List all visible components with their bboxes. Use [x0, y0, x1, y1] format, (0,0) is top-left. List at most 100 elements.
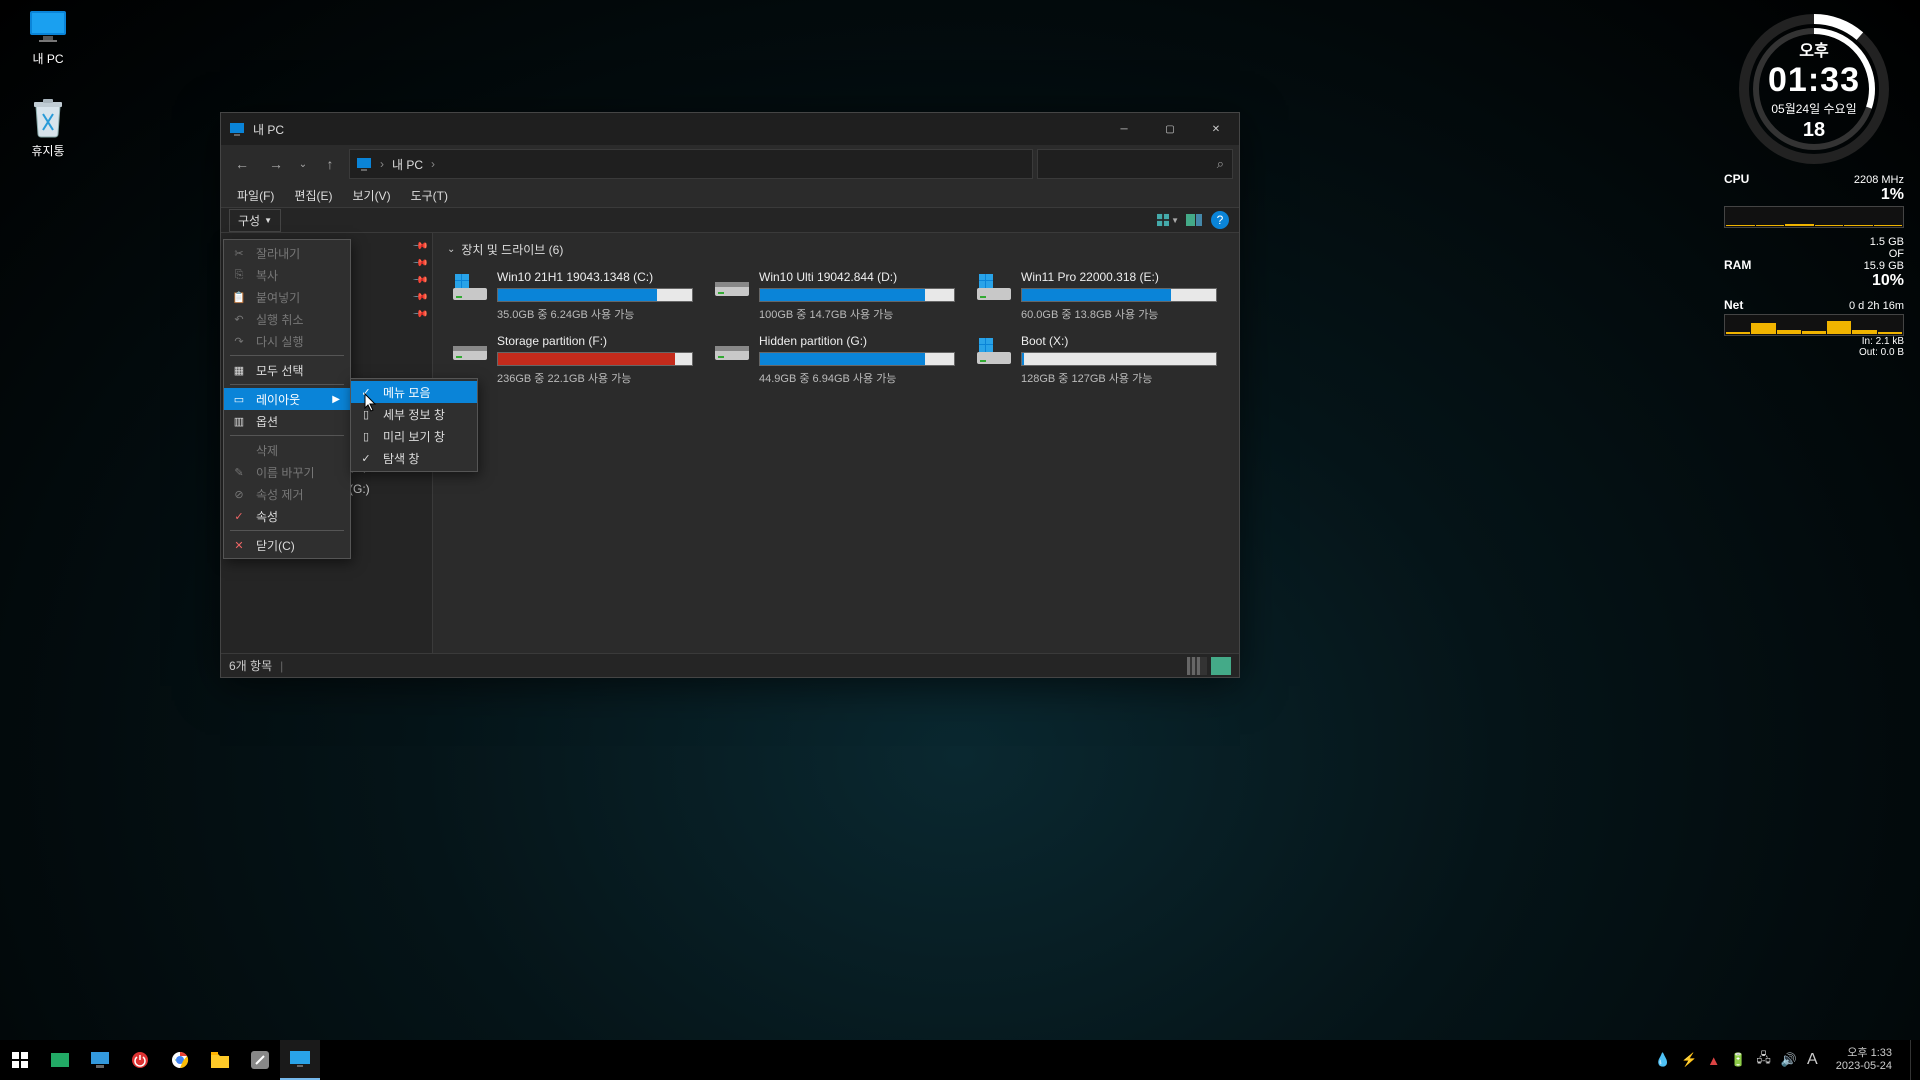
forward-button[interactable]: → [261, 149, 291, 179]
rmprop-icon: ⊘ [230, 488, 248, 501]
drive-usage-text: 236GB 중 22.1GB 사용 가능 [497, 370, 693, 386]
taskbar-app-system[interactable] [80, 1040, 120, 1080]
drive-item[interactable]: Win11 Pro 22000.318 (E:)60.0GB 중 13.8GB … [971, 266, 1221, 326]
menu-view[interactable]: 보기(V) [344, 185, 398, 206]
tray-icon[interactable]: 💧 [1655, 1052, 1671, 1068]
drive-icon [713, 272, 751, 304]
monitor-icon [28, 6, 68, 46]
menu-bar: 파일(F) 편집(E) 보기(V) 도구(T) [221, 183, 1239, 207]
cut-icon: ✂ [230, 247, 248, 260]
ram-total: 15.9 GB [1864, 260, 1904, 272]
drive-usage-bar [759, 288, 955, 302]
show-desktop-button[interactable] [1910, 1040, 1916, 1080]
drive-item[interactable]: Win10 Ulti 19042.844 (D:)100GB 중 14.7GB … [709, 266, 959, 326]
menu-item-copy: ⎘복사 [224, 264, 350, 286]
submenu-item[interactable]: ▯세부 정보 창 [351, 403, 477, 425]
details-view-button[interactable] [1187, 657, 1207, 675]
back-button[interactable]: ← [227, 149, 257, 179]
drive-usage-bar [1021, 352, 1217, 366]
drive-icon [451, 336, 489, 368]
drive-name: Win10 21H1 19043.1348 (C:) [497, 270, 693, 284]
menu-item-prop[interactable]: ✓속성 [224, 505, 350, 527]
status-text: 6개 항목 [229, 657, 272, 674]
taskbar-app-explorer-active[interactable] [280, 1040, 320, 1080]
menu-item-undo: ↶실행 취소 [224, 308, 350, 330]
taskbar-app-power[interactable] [120, 1040, 160, 1080]
drive-usage-bar [759, 352, 955, 366]
tray-volume-icon[interactable]: 🔊 [1781, 1052, 1797, 1068]
taskbar-app-monitor[interactable] [40, 1040, 80, 1080]
close-icon: ✕ [230, 539, 248, 552]
search-icon: ⌕ [1217, 156, 1224, 172]
ram-percent: 10% [1724, 272, 1904, 290]
taskbar: 💧 ⚡ ▲ 🔋 🖧 🔊 A 오후 1:33 2023-05-24 [0, 1040, 1920, 1080]
maximize-button[interactable]: ▢ [1147, 113, 1193, 145]
drive-item[interactable]: Win10 21H1 19043.1348 (C:)35.0GB 중 6.24G… [447, 266, 697, 326]
address-bar[interactable]: › 내 PC › [349, 149, 1033, 179]
up-button[interactable]: ↑ [315, 149, 345, 179]
submenu-item[interactable]: ✓메뉴 모음 [351, 381, 477, 403]
tiles-view-button[interactable] [1211, 657, 1231, 675]
submenu-item[interactable]: ▯미리 보기 창 [351, 425, 477, 447]
system-tray: 💧 ⚡ ▲ 🔋 🖧 🔊 A 오후 1:33 2023-05-24 [1655, 1040, 1920, 1080]
menu-item-close[interactable]: ✕닫기(C) [224, 534, 350, 556]
menu-edit[interactable]: 편집(E) [286, 185, 340, 206]
drive-usage-text: 100GB 중 14.7GB 사용 가능 [759, 306, 955, 322]
desktop-icon-recycle-bin[interactable]: 휴지통 [10, 98, 86, 159]
desktop-icon-my-pc[interactable]: 내 PC [10, 6, 86, 67]
preview-pane-button[interactable] [1183, 209, 1205, 231]
drive-name: Hidden partition (G:) [759, 334, 955, 348]
view-mode-button[interactable]: ▼ [1157, 209, 1179, 231]
tray-network-icon[interactable]: 🖧 [1756, 1049, 1771, 1071]
titlebar[interactable]: 내 PC ─ ▢ ✕ [221, 113, 1239, 145]
menu-item-options[interactable]: ▥옵션 [224, 410, 350, 432]
tray-wifi-icon[interactable]: ⚡ [1681, 1052, 1697, 1068]
minimize-button[interactable]: ─ [1101, 113, 1147, 145]
history-dropdown[interactable]: ⌄ [295, 149, 311, 179]
menu-tools[interactable]: 도구(T) [403, 185, 456, 206]
ram-used: 1.5 GB [1864, 236, 1904, 248]
taskbar-app-launcher[interactable] [240, 1040, 280, 1080]
net-in: In: 2.1 kB [1724, 336, 1904, 347]
content-pane[interactable]: ⌄ 장치 및 드라이브 (6) Win10 21H1 19043.1348 (C… [433, 233, 1239, 653]
selectall-icon: ▦ [230, 364, 248, 377]
check-icon: ✓ [357, 452, 375, 465]
help-button[interactable]: ? [1209, 209, 1231, 231]
drive-group-header[interactable]: ⌄ 장치 및 드라이브 (6) [447, 241, 1225, 258]
close-button[interactable]: ✕ [1193, 113, 1239, 145]
layout-icon: ▭ [230, 393, 248, 406]
net-out: Out: 0.0 B [1724, 347, 1904, 358]
search-input[interactable]: ⌕ [1037, 149, 1233, 179]
tray-clock[interactable]: 오후 1:33 2023-05-24 [1828, 1047, 1900, 1073]
tray-battery-icon[interactable]: 🔋 [1730, 1052, 1746, 1068]
drive-icon [975, 272, 1013, 304]
clock-time: 01:33 [1768, 61, 1860, 100]
clock-widget: 오후 01:33 05월24일 수요일 18 [1737, 12, 1891, 166]
desktop-gadget: 오후 01:33 05월24일 수요일 18 CPU 2208 MHz 1% R… [1724, 12, 1904, 358]
taskbar-app-file-explorer[interactable] [200, 1040, 240, 1080]
help-icon: ? [1211, 211, 1229, 229]
menu-file[interactable]: 파일(F) [229, 185, 282, 206]
menu-item-layout[interactable]: ▭레이아웃▶ [224, 388, 350, 410]
rename-icon: ✎ [230, 466, 248, 479]
drive-item[interactable]: Storage partition (F:)236GB 중 22.1GB 사용 … [447, 330, 697, 390]
pane-icon: ▯ [357, 430, 375, 443]
tray-ime[interactable]: A [1807, 1051, 1818, 1069]
drive-usage-text: 44.9GB 중 6.94GB 사용 가능 [759, 370, 955, 386]
cpu-percent: 1% [1724, 186, 1904, 204]
menu-item-selectall[interactable]: ▦모두 선택 [224, 359, 350, 381]
clock-seconds: 18 [1803, 119, 1825, 142]
submenu-item[interactable]: ✓탐색 창 [351, 447, 477, 469]
taskbar-app-chrome[interactable] [160, 1040, 200, 1080]
drive-item[interactable]: Boot (X:)128GB 중 127GB 사용 가능 [971, 330, 1221, 390]
monitor-icon [356, 156, 372, 172]
drive-item[interactable]: Hidden partition (G:) 44.9GB 중 6.94GB 사용 … [709, 330, 959, 390]
organize-button[interactable]: 구성 ▼ [229, 209, 281, 232]
tray-icon[interactable]: ▲ [1707, 1053, 1720, 1068]
status-bar: 6개 항목 | [221, 653, 1239, 677]
drive-icon [975, 336, 1013, 368]
start-button[interactable] [0, 1040, 40, 1080]
breadcrumb-item[interactable]: 내 PC [392, 156, 423, 173]
clock-ampm: 오후 [1799, 37, 1828, 61]
desktop-icon-label: 내 PC [10, 50, 86, 67]
